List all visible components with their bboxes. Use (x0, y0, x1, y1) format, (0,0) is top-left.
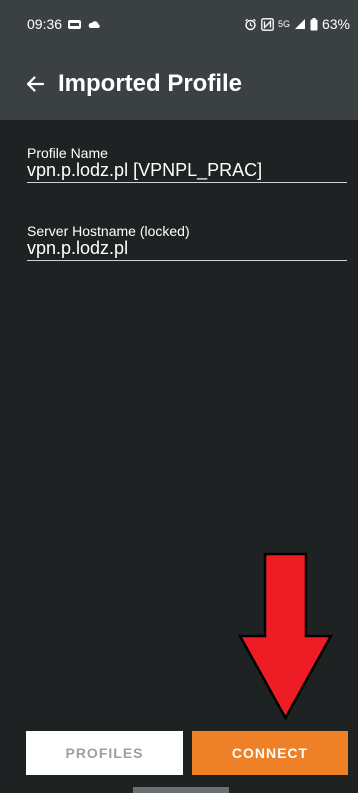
status-left: 09:36 (27, 16, 101, 32)
nfc-icon (261, 17, 274, 31)
profile-name-field[interactable]: Profile Name vpn.p.lodz.pl [VPNPL_PRAC] (27, 146, 347, 183)
server-hostname-value: vpn.p.lodz.pl (27, 238, 129, 258)
battery-icon (310, 17, 318, 30)
signal-icon (294, 19, 305, 29)
network-type: 5G (277, 19, 290, 29)
server-hostname-field: Server Hostname (locked) vpn.p.lodz.pl (27, 224, 347, 261)
battery-percent: 63% (321, 16, 350, 32)
profile-name-input[interactable]: vpn.p.lodz.pl [VPNPL_PRAC] (27, 161, 347, 180)
home-indicator[interactable] (133, 787, 229, 793)
server-hostname-label: Server Hostname (locked) (27, 223, 190, 239)
status-time: 09:36 (27, 16, 63, 32)
page-title: Imported Profile (58, 70, 243, 97)
red-down-arrow-annotation (238, 552, 333, 720)
message-icon (68, 19, 82, 29)
app-screen: 09:36 5G 63% Imported Profile Profile Na… (0, 0, 358, 793)
cloud-icon (88, 21, 100, 28)
status-right: 5G 63% (244, 16, 350, 32)
back-button[interactable] (20, 69, 50, 99)
status-bar: 09:36 5G 63% (0, 0, 358, 48)
profiles-button[interactable]: PROFILES (26, 731, 183, 775)
connect-button[interactable]: CONNECT (192, 731, 348, 775)
alarm-icon (245, 18, 256, 30)
profile-name-label: Profile Name (27, 145, 108, 161)
back-arrow-icon (26, 76, 45, 92)
app-bar: Imported Profile (0, 48, 358, 120)
